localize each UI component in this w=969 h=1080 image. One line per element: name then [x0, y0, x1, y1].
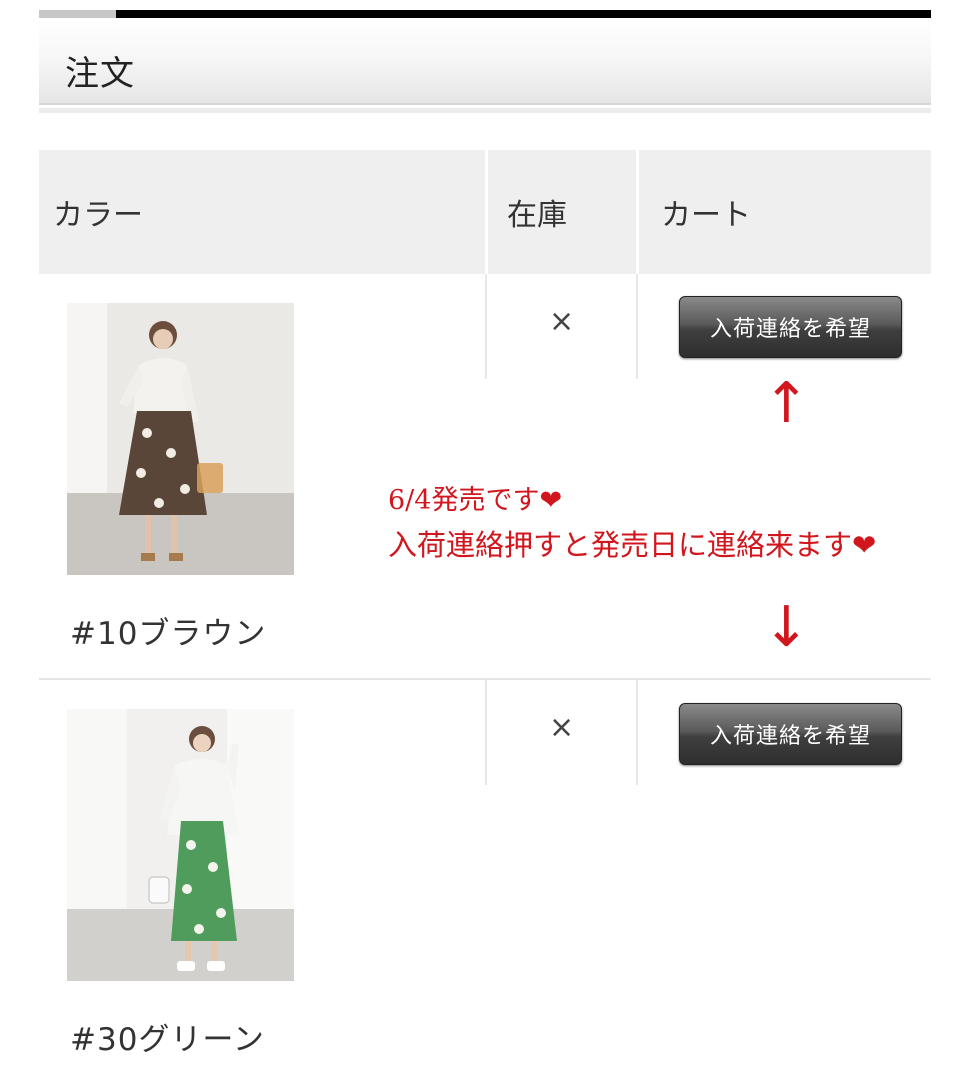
- top-progress-strip-start: [39, 10, 116, 18]
- column-divider: [485, 680, 487, 785]
- column-divider: [636, 680, 638, 785]
- column-header-color: カラー: [53, 198, 143, 233]
- release-note: 6/4発売です❤: [388, 485, 563, 516]
- stock-status: ×: [549, 710, 575, 745]
- stock-status: ×: [549, 304, 575, 339]
- table-header: カラー 在庫 カート: [39, 150, 931, 274]
- notify-restock-button[interactable]: 入荷連絡を希望: [679, 703, 902, 765]
- color-name: #30グリーン: [70, 1022, 265, 1058]
- column-divider: [636, 150, 639, 274]
- column-divider: [636, 274, 638, 379]
- column-divider: [485, 274, 487, 379]
- column-divider: [485, 150, 488, 274]
- product-image-green[interactable]: [67, 709, 294, 981]
- arrow-down-icon: ↓: [763, 595, 810, 660]
- column-header-cart: カート: [661, 198, 751, 233]
- product-image-brown[interactable]: [67, 303, 294, 575]
- color-name: #10ブラウン: [70, 616, 267, 652]
- order-page: 注文 カラー 在庫 カート #10ブラウン × 入荷連絡を希望 ↑ 6/4発売で…: [0, 0, 969, 1080]
- order-section-header: 注文: [39, 18, 931, 105]
- restock-note: 入荷連絡押すと発売日に連絡来ます❤: [388, 528, 877, 562]
- header-divider: [39, 108, 931, 113]
- arrow-up-icon: ↑: [763, 371, 810, 436]
- notify-restock-button[interactable]: 入荷連絡を希望: [679, 296, 902, 358]
- top-progress-strip: [39, 10, 931, 18]
- section-title: 注文: [65, 54, 135, 94]
- column-header-stock: 在庫: [507, 198, 567, 233]
